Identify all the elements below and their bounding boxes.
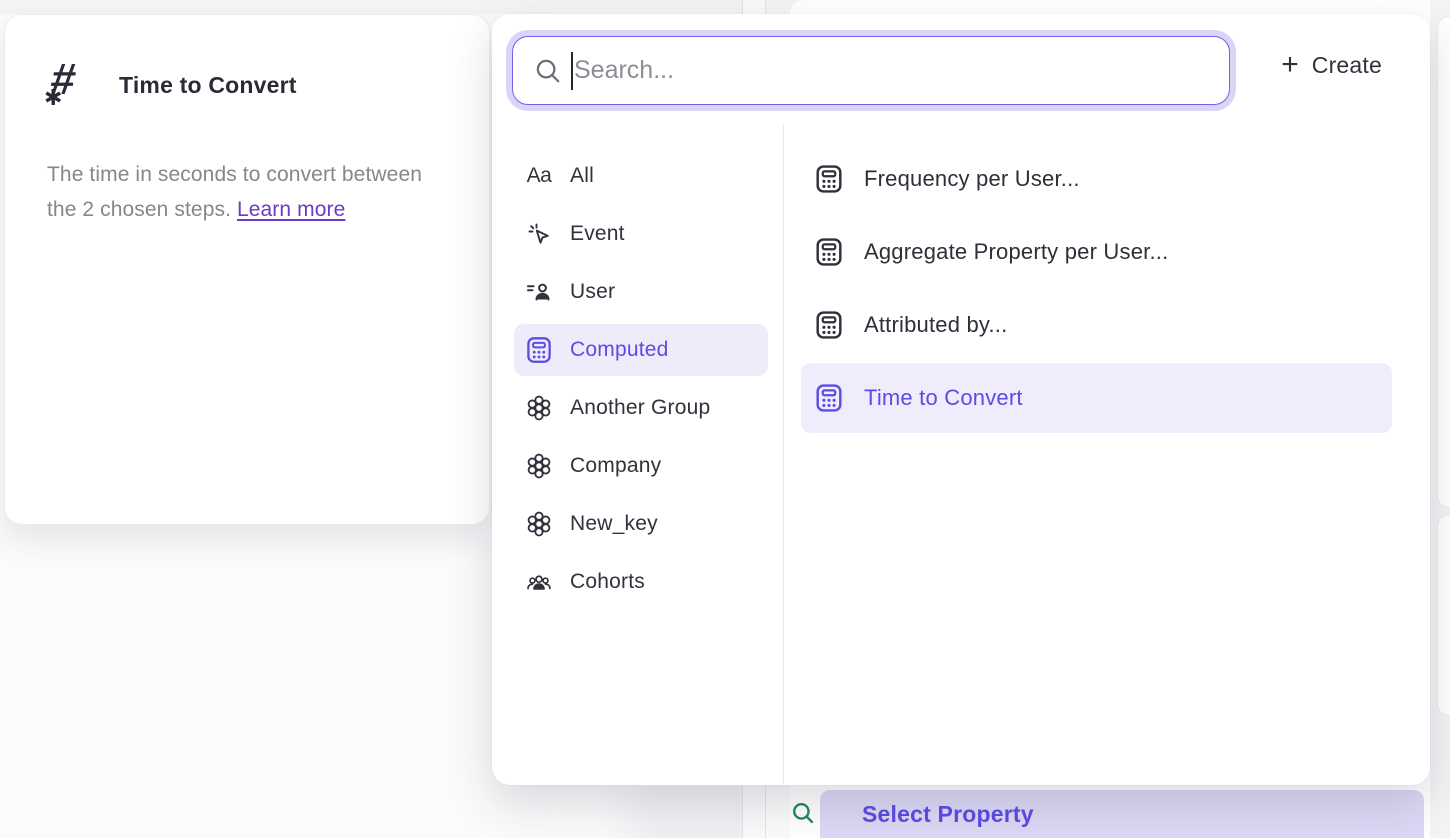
result-item-attributed-by[interactable]: Attributed by... <box>801 290 1392 360</box>
background-bottom-gray <box>600 786 742 838</box>
background-divider-line <box>742 786 743 838</box>
cohorts-icon <box>526 570 552 594</box>
event-cursor-icon <box>527 222 551 246</box>
background-column-gap <box>742 786 765 838</box>
category-item-cohorts[interactable]: Cohorts <box>514 556 768 608</box>
results-list: Frequency per User... Aggregate Property… <box>784 124 1430 785</box>
background-column-gap <box>742 0 765 14</box>
category-item-user[interactable]: User <box>514 266 768 318</box>
learn-more-link[interactable]: Learn more <box>237 198 345 221</box>
calculator-icon <box>815 164 843 194</box>
result-item-frequency-per-user[interactable]: Frequency per User... <box>801 144 1392 214</box>
property-tooltip-card: # ✱ Time to Convert The time in seconds … <box>4 14 490 525</box>
select-property-button[interactable]: Select Property <box>820 790 1424 838</box>
background-right-card <box>1437 514 1450 716</box>
calculator-icon <box>815 310 843 340</box>
calculator-icon <box>815 237 843 267</box>
result-item-aggregate-property-per-user[interactable]: Aggregate Property per User... <box>801 217 1392 287</box>
user-icon <box>526 280 552 304</box>
category-item-event[interactable]: Event <box>514 208 768 260</box>
category-item-company[interactable]: Company <box>514 440 768 492</box>
search-icon <box>533 56 563 86</box>
hash-number-icon: # ✱ <box>47 61 89 109</box>
background-divider-line <box>765 786 766 838</box>
green-search-icon <box>790 800 816 826</box>
category-item-computed[interactable]: Computed <box>514 324 768 376</box>
calculator-icon <box>815 383 843 413</box>
tooltip-title: Time to Convert <box>119 72 297 99</box>
search-input[interactable] <box>574 56 1213 85</box>
create-button[interactable]: + Create <box>1281 50 1382 80</box>
category-item-new-key[interactable]: New_key <box>514 498 768 550</box>
tooltip-description: The time in seconds to convert between t… <box>5 109 489 227</box>
group-flower-icon <box>526 453 552 479</box>
result-item-time-to-convert[interactable]: Time to Convert <box>801 363 1392 433</box>
plus-icon: + <box>1281 50 1299 80</box>
background-divider-line <box>765 0 766 14</box>
text-caret <box>571 52 573 90</box>
category-list: Aa All Event User Computed Another Gr <box>492 124 783 785</box>
select-property-label: Select Property <box>862 801 1034 828</box>
calculator-icon <box>526 335 552 365</box>
background-right-card <box>1437 16 1450 508</box>
search-box <box>512 36 1230 105</box>
select-property-row: Select Property <box>780 786 1440 838</box>
letters-icon: Aa <box>527 164 552 188</box>
property-picker-dropdown: + Create Aa All Event User Computed <box>492 14 1430 785</box>
category-item-another-group[interactable]: Another Group <box>514 382 768 434</box>
background-divider-line <box>742 0 743 14</box>
group-flower-icon <box>526 395 552 421</box>
group-flower-icon <box>526 511 552 537</box>
category-item-all[interactable]: Aa All <box>514 150 768 202</box>
